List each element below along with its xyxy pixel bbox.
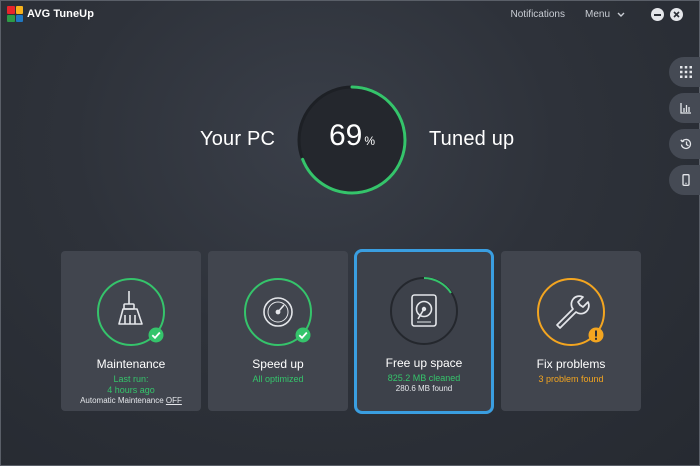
maintenance-title: Maintenance bbox=[96, 357, 166, 371]
top-nav: Notifications Menu bbox=[511, 8, 683, 21]
gauge-value: 69% bbox=[295, 119, 409, 153]
fix-problems-title: Fix problems bbox=[536, 357, 606, 371]
hard-drive-icon bbox=[411, 294, 437, 327]
close-button[interactable] bbox=[670, 8, 683, 21]
fix-problems-card[interactable]: Fix problems 3 problem found bbox=[501, 251, 641, 411]
rail-stats-button[interactable] bbox=[669, 93, 700, 123]
rail-grid-button[interactable] bbox=[669, 57, 700, 87]
speed-up-title: Speed up bbox=[252, 357, 304, 371]
check-badge-icon bbox=[148, 327, 164, 343]
auto-maintenance-label: Automatic Maintenance bbox=[80, 396, 166, 405]
auto-maintenance-toggle-link[interactable]: OFF bbox=[166, 396, 182, 405]
free-up-space-found: 280.6 MB found bbox=[395, 384, 453, 393]
menu-dropdown[interactable]: Menu bbox=[585, 9, 625, 20]
maintenance-card[interactable]: Maintenance Last run: 4 hours ago Automa… bbox=[61, 251, 201, 411]
speed-up-status: All optimized bbox=[252, 374, 304, 384]
maintenance-last-run-value: 4 hours ago bbox=[107, 385, 155, 395]
minimize-icon bbox=[654, 13, 661, 16]
free-up-space-title: Free up space bbox=[385, 356, 463, 370]
gauge-number: 69 bbox=[328, 119, 363, 152]
app-logo: AVG TuneUp bbox=[7, 6, 94, 22]
check-badge-icon bbox=[295, 327, 311, 343]
warning-badge-icon bbox=[588, 327, 604, 343]
free-up-space-card[interactable]: Free up space 825.2 MB cleaned 280.6 MB … bbox=[354, 249, 494, 414]
phone-icon bbox=[682, 174, 690, 186]
grid-icon bbox=[680, 66, 692, 78]
rail-history-button[interactable] bbox=[669, 129, 700, 159]
close-icon bbox=[673, 11, 680, 18]
maintenance-last-run-label: Last run: bbox=[113, 374, 149, 384]
rail-mobile-button[interactable] bbox=[669, 165, 700, 195]
hero-right-label: Tuned up bbox=[429, 128, 515, 150]
free-up-space-status-ring bbox=[390, 277, 458, 345]
avg-logo-icon bbox=[7, 6, 23, 22]
app-title: AVG TuneUp bbox=[27, 8, 95, 20]
bar-chart-icon bbox=[680, 103, 691, 114]
gauge-unit: % bbox=[364, 134, 376, 148]
history-icon bbox=[680, 138, 692, 150]
app-window: AVG TuneUp Notifications Menu Your PC 69%… bbox=[0, 0, 700, 466]
broom-icon bbox=[118, 291, 143, 325]
minimize-button[interactable] bbox=[651, 8, 664, 21]
free-up-space-cleaned: 825.2 MB cleaned bbox=[387, 373, 461, 383]
maintenance-auto-status: Automatic Maintenance OFF bbox=[61, 396, 201, 405]
chevron-down-icon bbox=[617, 12, 625, 17]
menu-label: Menu bbox=[584, 9, 610, 20]
speedometer-icon bbox=[263, 297, 293, 327]
side-rail bbox=[669, 57, 700, 195]
fix-problems-status: 3 problem found bbox=[538, 374, 604, 384]
notifications-label: Notifications bbox=[510, 9, 565, 20]
wrench-icon bbox=[556, 295, 590, 329]
title-bar: AVG TuneUp Notifications Menu bbox=[1, 1, 699, 29]
speed-up-card[interactable]: Speed up All optimized bbox=[208, 251, 348, 411]
hero-left-label: Your PC bbox=[200, 128, 276, 150]
notifications-link[interactable]: Notifications bbox=[511, 9, 565, 20]
